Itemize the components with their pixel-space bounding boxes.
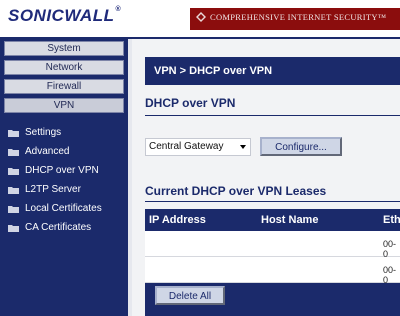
nav-button-system[interactable]: System <box>4 41 124 56</box>
table-row: 00-0 <box>145 257 400 285</box>
page-title: VPN > DHCP over VPN <box>145 57 400 85</box>
section-title-dhcp-over-vpn: DHCP over VPN <box>145 96 236 110</box>
configure-button[interactable]: Configure... <box>260 137 342 156</box>
ethernet-cell: 00-0 <box>383 265 397 285</box>
nav-button-network[interactable]: Network <box>4 60 124 75</box>
content-divider <box>128 39 132 316</box>
leases-table-header: IP Address Host Name Eth <box>145 209 400 231</box>
ethernet-cell: 00-0 <box>383 239 397 259</box>
diamond-icon <box>196 12 206 22</box>
sonicwall-logo: SONICWALL® <box>8 6 122 25</box>
nav-button-firewall[interactable]: Firewall <box>4 79 124 94</box>
menu-item-local-certificates[interactable]: Local Certificates <box>8 202 102 216</box>
folder-icon <box>8 168 19 175</box>
nav-button-vpn[interactable]: VPN <box>4 98 124 113</box>
section-title-leases: Current DHCP over VPN Leases <box>145 184 327 198</box>
folder-icon <box>8 187 19 194</box>
folder-icon <box>8 130 19 137</box>
section-rule <box>145 115 400 116</box>
folder-icon <box>8 206 19 213</box>
tagline-text: COMPREHENSIVE INTERNET SECURITY™ <box>210 12 387 22</box>
column-header-ethernet: Eth <box>383 214 400 226</box>
menu-item-l2tp-server[interactable]: L2TP Server <box>8 183 81 197</box>
app-header: SONICWALL® COMPREHENSIVE INTERNET SECURI… <box>0 0 400 39</box>
gateway-select[interactable]: Central Gateway <box>145 138 251 156</box>
folder-icon <box>8 149 19 156</box>
table-row: 00-0 <box>145 231 400 259</box>
menu-item-ca-certificates[interactable]: CA Certificates <box>8 221 91 235</box>
menu-item-advanced[interactable]: Advanced <box>8 145 69 159</box>
menu-item-dhcp-over-vpn[interactable]: DHCP over VPN <box>8 164 99 178</box>
column-header-host-name: Host Name <box>261 214 319 226</box>
delete-all-button[interactable]: Delete All <box>155 286 225 305</box>
section-rule <box>145 201 400 202</box>
menu-item-settings[interactable]: Settings <box>8 126 61 140</box>
chevron-down-icon <box>240 145 246 149</box>
column-header-ip-address: IP Address <box>149 214 206 226</box>
folder-icon <box>8 225 19 232</box>
